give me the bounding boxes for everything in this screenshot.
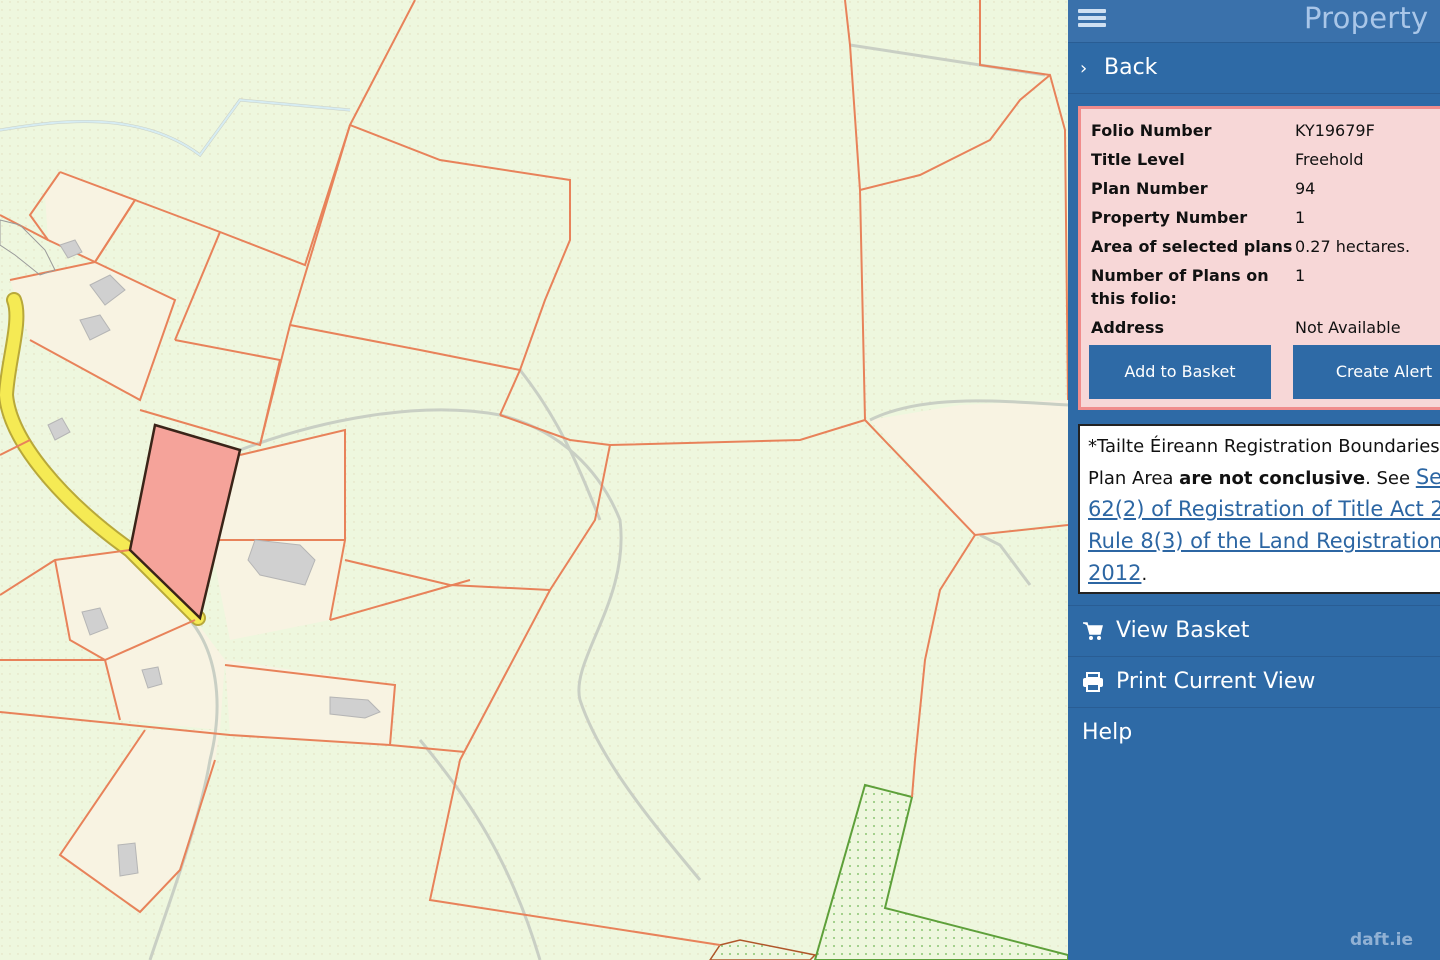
detail-row: Property Number 1	[1091, 206, 1410, 235]
panel-header: Property D	[1068, 0, 1440, 43]
disclaimer-line: Rule 8(3) of the Land Registration Ru	[1088, 526, 1440, 558]
detail-label: Area of selected plans	[1091, 237, 1293, 256]
chevron-right-icon: ›	[1080, 58, 1088, 79]
detail-label: Title Level	[1091, 150, 1185, 169]
create-alert-button[interactable]: Create Alert	[1293, 345, 1440, 399]
detail-label: Address	[1091, 318, 1165, 337]
disclaimer-text: Plan Area	[1088, 468, 1180, 489]
view-basket-label: View Basket	[1116, 618, 1250, 643]
folio-details-table: Folio Number KY19679F Title Level Freeho…	[1091, 119, 1410, 345]
print-current-view-label: Print Current View	[1116, 669, 1316, 694]
detail-row: Plan Number 94	[1091, 177, 1410, 206]
property-details-panel: Property D › Back Folio Number KY19679F …	[1068, 0, 1440, 960]
rule-link[interactable]: Rule 8(3) of the Land Registration Ru	[1088, 529, 1440, 553]
disclaimer-line: *Tailte Éireann Registration Boundaries …	[1088, 436, 1440, 457]
disclaimer-line: Plan Area are not conclusive. See Sectio	[1088, 462, 1440, 494]
detail-row: Number of Plans on this folio: 1	[1091, 264, 1410, 316]
detail-row: Title Level Freehold	[1091, 148, 1410, 177]
detail-row: Address Not Available	[1091, 316, 1410, 345]
help-button[interactable]: Help	[1068, 707, 1440, 758]
panel-title: Property D	[1304, 1, 1440, 35]
section-link[interactable]: 62(2) of Registration of Title Act 200	[1088, 497, 1440, 521]
detail-value: 1	[1295, 266, 1306, 285]
detail-value: 94	[1295, 179, 1316, 198]
view-basket-button[interactable]: View Basket	[1068, 605, 1440, 656]
section-link[interactable]: Sectio	[1416, 465, 1440, 489]
detail-value: 0.27 hectares.	[1295, 237, 1411, 256]
disclaimer-box: *Tailte Éireann Registration Boundaries …	[1078, 424, 1440, 594]
cadastral-map[interactable]	[0, 0, 1068, 960]
map-canvas[interactable]	[0, 0, 1068, 960]
detail-label: Plan Number	[1091, 179, 1208, 198]
printer-icon	[1083, 672, 1103, 692]
detail-row: Folio Number KY19679F	[1091, 119, 1410, 148]
detail-value: KY19679F	[1295, 121, 1375, 140]
detail-label: Property Number	[1091, 208, 1248, 227]
rule-link[interactable]: 2012	[1088, 561, 1141, 585]
detail-row: Area of selected plans 0.27 hectares.	[1091, 235, 1410, 264]
cart-icon	[1083, 622, 1103, 640]
disclaimer-emphasis: are not conclusive	[1179, 468, 1366, 489]
disclaimer-line: 2012.	[1088, 558, 1440, 590]
menu-icon[interactable]	[1078, 6, 1106, 30]
disclaimer-line: 62(2) of Registration of Title Act 200	[1088, 494, 1440, 526]
detail-value: Freehold	[1295, 150, 1364, 169]
detail-label: Folio Number	[1091, 121, 1212, 140]
back-button[interactable]: › Back	[1068, 43, 1440, 94]
disclaimer-text: .	[1141, 564, 1148, 585]
add-to-basket-button[interactable]: Add to Basket	[1089, 345, 1271, 399]
back-label: Back	[1104, 55, 1158, 80]
folio-info-card: Folio Number KY19679F Title Level Freeho…	[1078, 106, 1440, 410]
detail-label: Number of Plans on this folio:	[1091, 266, 1269, 308]
help-label: Help	[1082, 720, 1133, 745]
detail-value: 1	[1295, 208, 1306, 227]
detail-value: Not Available	[1295, 318, 1401, 337]
daft-watermark: daft.ie	[1350, 930, 1413, 950]
print-current-view-button[interactable]: Print Current View	[1068, 656, 1440, 707]
disclaimer-text: . See	[1365, 468, 1416, 489]
